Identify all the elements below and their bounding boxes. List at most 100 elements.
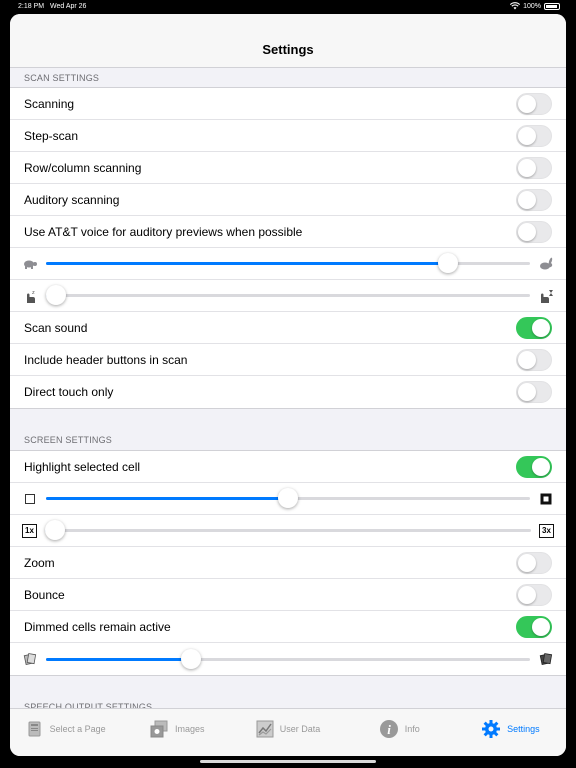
wifi-icon: [510, 2, 521, 10]
dim-level-slider[interactable]: [46, 648, 530, 669]
row-label: Scan sound: [24, 320, 88, 335]
row-row-column-scanning: Row/column scanning: [10, 152, 566, 184]
slider-fill: [46, 497, 288, 500]
zoom-toggle[interactable]: [516, 551, 552, 574]
row-label: Dimmed cells remain active: [24, 619, 171, 634]
row-dimmed-cells: Dimmed cells remain active: [10, 611, 566, 643]
dimmed-cells-toggle[interactable]: [516, 615, 552, 638]
tab-settings[interactable]: Settings: [455, 709, 566, 756]
home-indicator[interactable]: [200, 760, 376, 763]
auditory-scanning-toggle[interactable]: [516, 188, 552, 211]
status-time: 2:18 PM: [18, 3, 45, 10]
dark-cards-icon: [538, 651, 554, 667]
step-scan-toggle[interactable]: [516, 124, 552, 147]
highlight-toggle[interactable]: [516, 455, 552, 478]
status-bar: 2:18 PM Wed Apr 26 100%: [0, 0, 576, 14]
tab-label: Images: [175, 723, 205, 734]
row-auditory-scanning: Auditory scanning: [10, 184, 566, 216]
bounce-toggle[interactable]: [516, 583, 552, 606]
border-width-slider[interactable]: [46, 488, 530, 508]
scale-3x-icon: 3x: [539, 523, 554, 538]
hand-wait-icon: z: [22, 288, 38, 304]
tab-info[interactable]: i Info: [344, 709, 455, 756]
scale-1x-icon: 1x: [22, 523, 37, 538]
slider-thumb[interactable]: [278, 488, 298, 508]
slider-thumb[interactable]: [181, 648, 202, 669]
hand-timer-icon: [538, 288, 554, 304]
section-header-scan: SCAN SETTINGS: [24, 72, 100, 83]
thick-border-icon: [538, 491, 554, 507]
page-title: Settings: [262, 42, 314, 57]
slider-fill: [46, 657, 192, 661]
row-label: Bounce: [24, 587, 65, 602]
row-label: Scanning: [24, 96, 75, 111]
gear-icon: [482, 719, 501, 738]
tab-label: Info: [404, 723, 420, 734]
scan-speed-slider[interactable]: [46, 253, 530, 273]
tab-label: User Data: [279, 723, 321, 734]
row-scanning: Scanning: [10, 88, 566, 120]
images-icon: [150, 720, 168, 737]
row-scan-speed: [10, 248, 566, 280]
tab-label: Select a Page: [49, 723, 106, 734]
row-att-voice: Use AT&T voice for auditory previews whe…: [10, 216, 566, 248]
row-dim-level: [10, 643, 566, 675]
slider-thumb[interactable]: [437, 253, 458, 273]
header-buttons-toggle[interactable]: [516, 348, 552, 371]
info-icon: i: [379, 719, 398, 738]
row-direct-touch: Direct touch only: [10, 376, 566, 408]
row-label: Use AT&T voice for auditory previews whe…: [24, 224, 303, 239]
battery-percent: 100%: [523, 2, 541, 10]
row-label: Highlight selected cell: [24, 459, 141, 474]
row-label: Step-scan: [24, 128, 79, 143]
row-column-toggle[interactable]: [516, 156, 552, 179]
chart-icon: [256, 720, 274, 737]
scale-slider[interactable]: [44, 520, 531, 540]
screen-settings-group: Highlight selected cell 1x 3x Zoom Bounc…: [10, 450, 566, 676]
row-scan-delay: z: [10, 280, 566, 312]
scan-sound-toggle[interactable]: [516, 316, 552, 339]
svg-text:i: i: [387, 722, 391, 737]
row-label: Zoom: [24, 555, 55, 570]
row-step-scan: Step-scan: [10, 120, 566, 152]
row-border-width: [10, 483, 566, 515]
rabbit-icon: [538, 256, 554, 272]
status-date: Wed Apr 26: [50, 3, 87, 10]
settings-list[interactable]: SCAN SETTINGS Scanning Step-scan Row/col…: [10, 68, 566, 708]
settings-sheet: Settings SCAN SETTINGS Scanning Step-sca…: [10, 14, 566, 756]
svg-text:z: z: [32, 290, 35, 296]
tab-user-data[interactable]: User Data: [232, 709, 343, 756]
direct-touch-toggle[interactable]: [516, 381, 552, 403]
att-voice-toggle[interactable]: [516, 220, 552, 243]
slider-fill: [46, 262, 448, 265]
light-cards-icon: [22, 651, 38, 667]
row-label: Direct touch only: [24, 385, 114, 399]
tab-bar: Select a Page Images User Data i Info Se…: [10, 708, 566, 756]
row-label: Row/column scanning: [24, 160, 142, 175]
battery-icon: [544, 2, 560, 10]
row-header-buttons: Include header buttons in scan: [10, 344, 566, 376]
status-right: 100%: [510, 2, 560, 10]
scan-delay-slider[interactable]: [45, 285, 530, 305]
tab-label: Settings: [507, 723, 540, 734]
slider-thumb[interactable]: [44, 520, 65, 540]
turtle-icon: [22, 256, 38, 272]
thin-border-icon: [22, 491, 38, 507]
tab-images[interactable]: Images: [121, 709, 232, 756]
nav-bar: Settings: [10, 14, 566, 68]
section-header-speech: SPEECH OUTPUT SETTINGS: [24, 702, 153, 708]
section-header-screen: SCREEN SETTINGS: [24, 435, 113, 445]
slider-thumb[interactable]: [45, 285, 66, 305]
row-scale: 1x 3x: [10, 515, 566, 547]
row-label: Auditory scanning: [24, 192, 120, 207]
book-icon: [28, 721, 41, 736]
scan-settings-group: Scanning Step-scan Row/column scanning A…: [10, 87, 566, 409]
scale-max-label: 3x: [542, 526, 551, 535]
row-zoom: Zoom: [10, 547, 566, 579]
scanning-toggle[interactable]: [516, 92, 552, 115]
row-bounce: Bounce: [10, 579, 566, 611]
row-highlight-cell: Highlight selected cell: [10, 451, 566, 483]
row-scan-sound: Scan sound: [10, 312, 566, 344]
row-label: Include header buttons in scan: [24, 352, 188, 367]
tab-select-a-page[interactable]: Select a Page: [10, 709, 121, 756]
